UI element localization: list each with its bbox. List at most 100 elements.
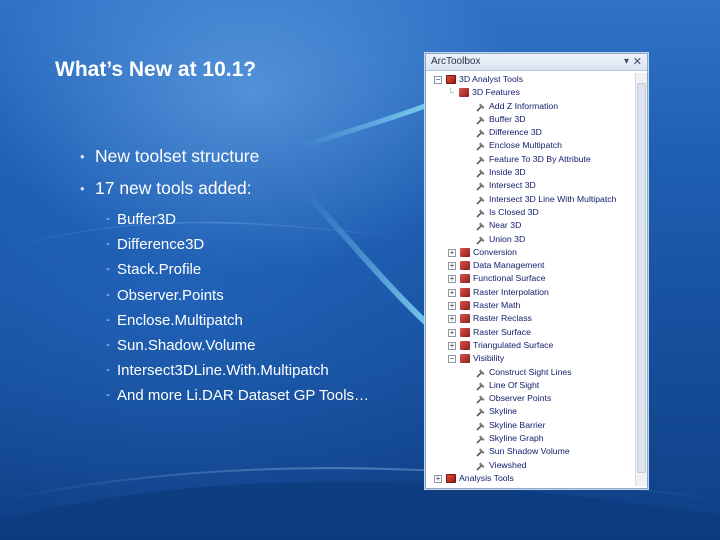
tree-item-toolset[interactable]: + Raster Math <box>426 299 636 312</box>
hammer-tool-icon <box>476 407 486 417</box>
toolbox-header[interactable]: ArcToolbox ▾ ✕ <box>426 54 647 71</box>
tree-item-tool[interactable]: Line Of Sight <box>426 379 636 392</box>
tree-item-tool[interactable]: Inside 3D <box>426 166 636 179</box>
toolset-icon <box>460 247 470 257</box>
expand-icon[interactable]: + <box>448 328 456 337</box>
tree-item-label: Raster Interpolation <box>473 286 549 297</box>
expand-icon[interactable]: + <box>448 275 456 284</box>
tree-item-label: Visibility <box>473 353 505 364</box>
expand-icon[interactable]: + <box>448 248 456 257</box>
tree-item-tool[interactable]: Intersect 3D Line With Multipatch <box>426 193 636 206</box>
expand-icon[interactable]: + <box>448 262 456 271</box>
tree-item-toolset[interactable]: + Raster Reclass <box>426 312 636 325</box>
hammer-tool-icon <box>476 394 486 404</box>
scrollbar-thumb[interactable] <box>637 83 646 473</box>
new-tools-list: Buffer3D Difference3D Stack.Profile Obse… <box>106 207 420 409</box>
hammer-tool-icon <box>476 221 486 231</box>
toolset-icon <box>460 301 470 311</box>
tree-scrollbar[interactable] <box>635 73 647 486</box>
tree-item-toolset[interactable]: + Triangulated Surface <box>426 339 636 352</box>
expand-icon[interactable]: + <box>434 474 442 483</box>
collapse-icon[interactable]: − <box>448 355 456 364</box>
tree-item-label: Observer Points <box>489 393 552 404</box>
toolset-icon <box>460 261 470 271</box>
tree-item-label: Viewshed <box>489 459 527 470</box>
hammer-tool-icon <box>476 181 486 191</box>
tree-item-visibility[interactable]: − Visibility <box>426 352 636 365</box>
tree-item-label: Add Z Information <box>489 100 559 111</box>
expand-icon[interactable]: + <box>448 288 456 297</box>
new-tool-item: Stack.Profile <box>106 257 420 282</box>
expand-icon[interactable]: + <box>448 315 456 324</box>
bullet-new-tools: 17 new tools added: <box>80 176 420 201</box>
toolset-icon <box>460 274 470 284</box>
collapse-icon[interactable]: − <box>434 76 442 84</box>
toolbox-icon <box>446 473 456 483</box>
toolbox-title: ArcToolbox <box>431 56 481 67</box>
tree-item-label: Near 3D <box>489 220 522 231</box>
tree-item-toolset[interactable]: + Conversion <box>426 246 636 259</box>
tree-item-tool[interactable]: Skyline Barrier <box>426 419 636 432</box>
tree-item-toolset[interactable]: + Raster Surface <box>426 326 636 339</box>
tree-item-3d-features[interactable]: └ 3D Features <box>426 86 636 99</box>
hammer-tool-icon <box>476 368 486 378</box>
close-icon[interactable]: ✕ <box>633 55 642 68</box>
bullet-toolset-structure: New toolset structure <box>80 144 420 169</box>
tree-item-label: 3D Features <box>472 87 520 98</box>
tree-item-label: Analysis Tools <box>459 472 514 483</box>
tree-item-tool[interactable]: Union 3D <box>426 233 636 246</box>
tree-item-label: Skyline Graph <box>489 433 544 444</box>
tree-item-label: Skyline Barrier <box>489 419 546 430</box>
slide-title: What’s New at 10.1? <box>55 58 257 81</box>
tree-item-tool[interactable]: Near 3D <box>426 219 636 232</box>
tree-item-tool[interactable]: Sun Shadow Volume <box>426 445 636 458</box>
tree-item-tool[interactable]: Add Z Information <box>426 100 636 113</box>
toolset-icon <box>460 327 470 337</box>
tree-item-label: Feature To 3D By Attribute <box>489 153 591 164</box>
tree-item-label: Is Closed 3D <box>489 206 539 217</box>
tree-item-toolset[interactable]: + Data Management <box>426 259 636 272</box>
tree-item-label: Raster Math <box>473 300 521 311</box>
tree-item-label: Construct Sight Lines <box>489 366 572 377</box>
tree-item-tool[interactable]: Difference 3D <box>426 126 636 139</box>
hammer-tool-icon <box>476 461 486 471</box>
tree-item-tool[interactable]: Skyline Graph <box>426 432 636 445</box>
tree-item-label: Inside 3D <box>489 167 526 178</box>
toolset-icon <box>460 354 470 364</box>
tree-item-tool[interactable]: Feature To 3D By Attribute <box>426 153 636 166</box>
tree-item-label: Buffer 3D <box>489 113 526 124</box>
new-tool-item: Buffer3D <box>106 207 420 232</box>
tree-item-analysis-tools[interactable]: + Analysis Tools <box>426 472 636 485</box>
hammer-tool-icon <box>476 195 486 205</box>
expand-icon[interactable]: + <box>448 341 456 350</box>
bullet-list: New toolset structure 17 new tools added… <box>80 144 420 409</box>
hammer-tool-icon <box>476 434 486 444</box>
toolbox-icon <box>446 75 456 84</box>
new-tool-item: Enclose.Multipatch <box>106 308 420 333</box>
expand-icon[interactable]: + <box>448 302 456 311</box>
tree-item-label: Line Of Sight <box>489 379 540 390</box>
tree-item-toolset[interactable]: + Raster Interpolation <box>426 286 636 299</box>
tree-item-label: Intersect 3D Line With Multipatch <box>489 193 617 204</box>
pin-icon[interactable]: ▾ <box>624 56 629 67</box>
tree-item-tool[interactable]: Is Closed 3D <box>426 206 636 219</box>
tree-item-tool[interactable]: Enclose Multipatch <box>426 139 636 152</box>
tree-connector: └ <box>448 88 454 98</box>
tree-item-tool[interactable]: Viewshed <box>426 459 636 472</box>
slide: What’s New at 10.1? New toolset structur… <box>0 0 720 540</box>
tree-item-label: Union 3D <box>489 233 526 244</box>
tree-item-tool[interactable]: Buffer 3D <box>426 113 636 126</box>
tree-item-label: Intersect 3D <box>489 180 536 191</box>
toolset-icon <box>460 287 470 297</box>
tree-item-3d-analyst-tools[interactable]: − 3D Analyst Tools <box>426 73 636 86</box>
tree-item-label: 3D Analyst Tools <box>459 74 524 84</box>
tree-item-label: Data Management <box>473 260 545 271</box>
tree-item-tool[interactable]: Intersect 3D <box>426 179 636 192</box>
tree-item-toolset[interactable]: + Functional Surface <box>426 272 636 285</box>
tree-item-label: Triangulated Surface <box>473 339 554 350</box>
hammer-tool-icon <box>476 447 486 457</box>
tree-item-tool[interactable]: Construct Sight Lines <box>426 366 636 379</box>
toolset-icon <box>460 340 470 350</box>
tree-item-tool[interactable]: Skyline <box>426 405 636 418</box>
tree-item-tool[interactable]: Observer Points <box>426 392 636 405</box>
